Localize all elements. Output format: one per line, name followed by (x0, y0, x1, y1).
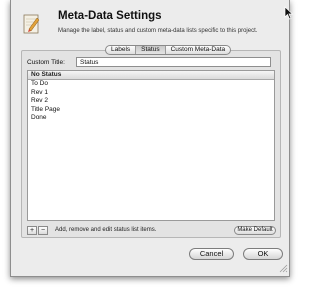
dialog-subtitle: Manage the label, status and custom meta… (58, 28, 258, 34)
list-item[interactable]: No Status (28, 71, 274, 80)
list-item[interactable]: To Do (28, 80, 274, 89)
tab-custom-meta-data[interactable]: Custom Meta-Data (166, 46, 231, 54)
mouse-pointer-icon (284, 6, 294, 20)
remove-item-button[interactable]: − (38, 226, 48, 235)
ok-button[interactable]: OK (243, 248, 283, 260)
custom-title-field[interactable] (76, 57, 271, 67)
list-hint: Add, remove and edit status list items. (55, 227, 157, 233)
cancel-button[interactable]: Cancel (189, 248, 234, 260)
meta-data-settings-sheet: Meta-Data Settings Manage the label, sta… (10, 0, 290, 277)
resize-grip-icon[interactable] (279, 264, 288, 273)
list-item[interactable]: Rev 1 (28, 89, 274, 98)
tab-labels[interactable]: Labels (106, 46, 137, 54)
add-item-button[interactable]: + (27, 226, 37, 235)
tab-status[interactable]: Status (136, 46, 166, 54)
dialog-header: Meta-Data Settings Manage the label, sta… (11, 0, 289, 44)
notebook-pencil-icon (23, 14, 40, 34)
custom-title-label: Custom Title: (27, 59, 65, 66)
make-default-button[interactable]: Make Default (234, 226, 276, 235)
dialog-title: Meta-Data Settings (58, 10, 162, 22)
list-item[interactable]: Rev 2 (28, 97, 274, 106)
list-item[interactable]: Done (28, 114, 274, 123)
tab-bar: Labels Status Custom Meta-Data (105, 45, 232, 55)
list-item[interactable]: Title Page (28, 106, 274, 115)
status-list: No Status To Do Rev 1 Rev 2 Title Page D… (27, 70, 275, 221)
